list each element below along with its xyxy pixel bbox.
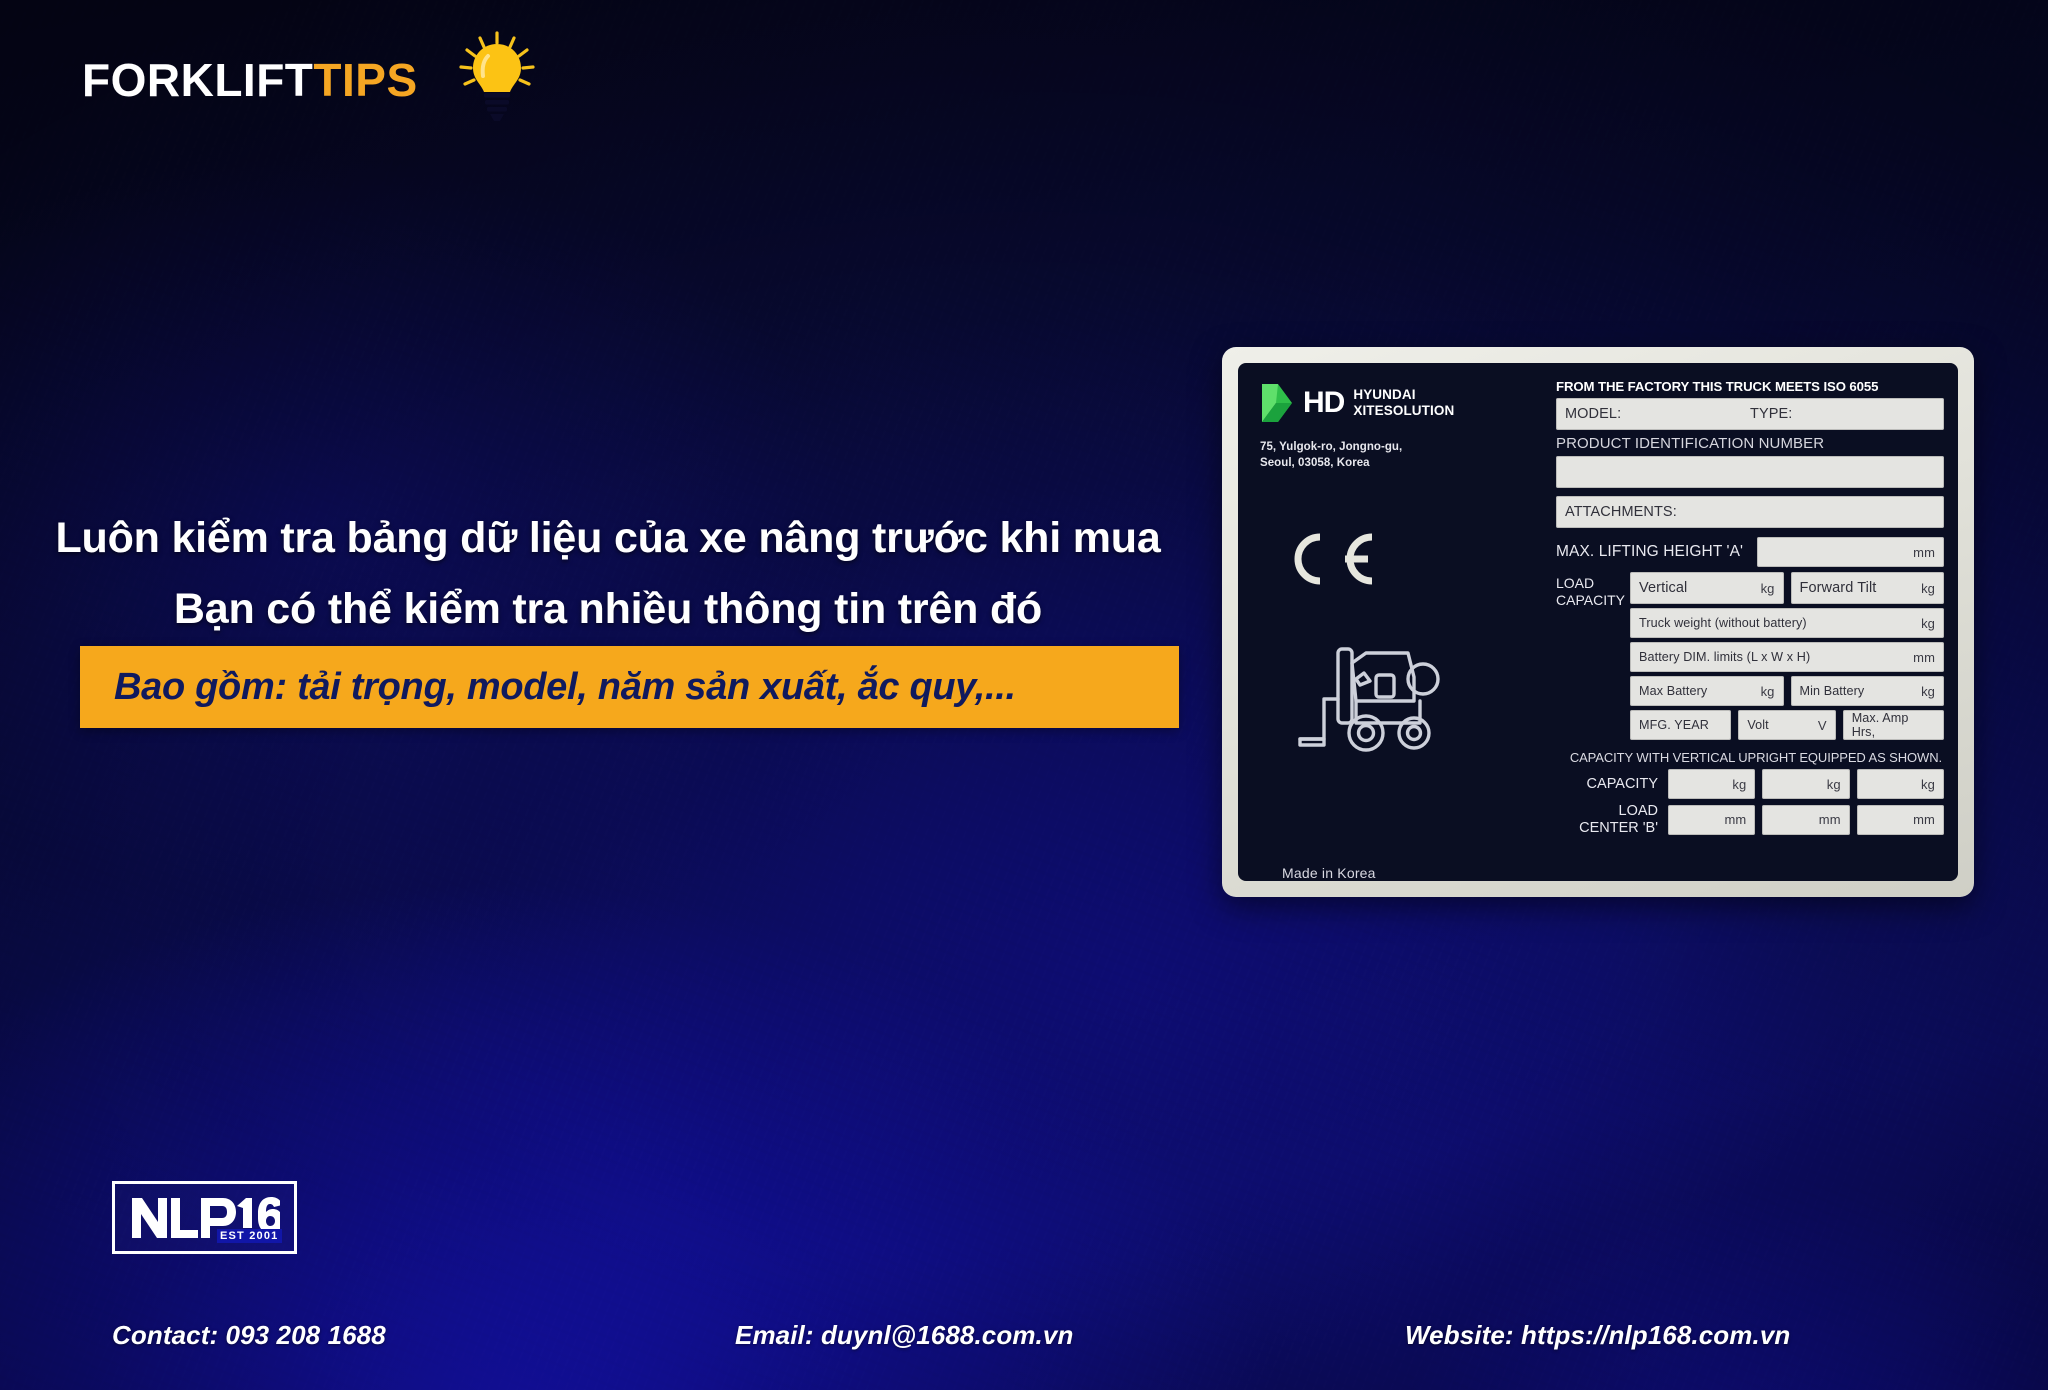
plate-right-column: FROM THE FACTORY THIS TRUCK MEETS ISO 60… xyxy=(1556,379,1945,836)
headline-highlight-text: Bao gồm: tải trọng, model, năm sản xuất,… xyxy=(114,665,1016,708)
battery-dim-label: Battery DIM. limits (L x W x H) xyxy=(1639,650,1811,664)
nlp168-logo-inner: EST 2001 xyxy=(130,1194,313,1243)
forward-tilt-label: Forward Tilt xyxy=(1799,580,1877,596)
forklift-data-plate: HD HYUNDAI XITESOLUTION 75, Yulgok-ro, J… xyxy=(1222,347,1974,897)
nlp168-established-label: EST 2001 xyxy=(216,1228,282,1243)
load-center-label-line-1: LOAD xyxy=(1618,803,1659,819)
headline-highlight-box: Bao gồm: tải trọng, model, năm sản xuất,… xyxy=(80,646,1179,728)
volt-field[interactable]: Volt V xyxy=(1738,710,1836,740)
model-label: MODEL: xyxy=(1565,406,1622,422)
vertical-label: Vertical xyxy=(1639,580,1688,596)
load-center-label-line-2: CENTER 'B' xyxy=(1579,819,1658,836)
truck-weight-unit: kg xyxy=(1921,615,1935,631)
min-battery-label: Min Battery xyxy=(1799,684,1865,698)
brand-word-forklift: FORKLIFT xyxy=(82,54,314,106)
max-lifting-height-label: MAX. LIFTING HEIGHT 'A' xyxy=(1556,543,1744,560)
headline-line-1: Luôn kiểm tra bảng dữ liệu của xe nâng t… xyxy=(55,514,1161,562)
load-center-unit-1: mm xyxy=(1724,812,1747,828)
manufacturer-address: 75, Yulgok-ro, Jongno-gu, Seoul, 03058, … xyxy=(1260,440,1540,472)
product-identification-number-label: PRODUCT IDENTIFICATION NUMBER xyxy=(1556,435,1825,452)
brand-wordmark: FORKLIFTTIPS xyxy=(82,57,418,103)
load-center-cell-2[interactable]: mm xyxy=(1762,804,1850,835)
forward-tilt-unit: kg xyxy=(1921,580,1935,596)
headline-block: Luôn kiểm tra bảng dữ liệu của xe nâng t… xyxy=(0,510,1200,638)
capacity-cell-3[interactable]: kg xyxy=(1856,769,1944,799)
max-lifting-height-unit: mm xyxy=(1913,544,1935,560)
brand-header: FORKLIFTTIPS xyxy=(82,31,536,126)
address-line-1: 75, Yulgok-ro, Jongno-gu, xyxy=(1260,441,1403,453)
volt-label: Volt xyxy=(1747,718,1769,732)
hd-brand-line-2: XITESOLUTION xyxy=(1353,403,1455,418)
attachments-field[interactable]: ATTACHMENTS: xyxy=(1556,496,1944,528)
capacity-cells: kg kg kg xyxy=(1668,769,1944,799)
capacity-unit-2: kg xyxy=(1826,776,1841,792)
capacity-cell-1[interactable]: kg xyxy=(1668,769,1756,799)
load-capacity-block: LOAD CAPACITY Vertical kg Forward Tilt k… xyxy=(1556,572,1945,740)
battery-dim-unit: mm xyxy=(1913,649,1935,665)
forklift-icon xyxy=(1298,647,1440,752)
truck-weight-field[interactable]: Truck weight (without battery) kg xyxy=(1630,608,1944,638)
mfg-year-label: MFG. YEAR xyxy=(1639,718,1709,732)
capacity-unit-3: kg xyxy=(1921,776,1935,792)
hd-brand-lockup: HD HYUNDAI XITESOLUTION xyxy=(1260,383,1540,423)
max-battery-field[interactable]: Max Battery kg xyxy=(1630,676,1784,706)
nlp168-logo: EST 2001 xyxy=(112,1181,313,1254)
load-center-unit-3: mm xyxy=(1913,812,1935,828)
model-type-field[interactable]: MODEL: TYPE: xyxy=(1556,398,1944,430)
capacity-unit-1: kg xyxy=(1732,776,1747,792)
plate-left-column: HD HYUNDAI XITESOLUTION 75, Yulgok-ro, J… xyxy=(1260,383,1540,881)
capacity-chart-title: CAPACITY WITH VERTICAL UPRIGHT EQUIPPED … xyxy=(1569,750,1942,765)
vertical-capacity-field[interactable]: Vertical kg xyxy=(1630,572,1784,604)
max-lifting-height-field[interactable]: mm xyxy=(1757,537,1944,567)
min-battery-unit: kg xyxy=(1921,683,1935,699)
volt-unit: V xyxy=(1817,717,1827,733)
max-battery-unit: kg xyxy=(1760,683,1775,699)
address-line-2: Seoul, 03058, Korea xyxy=(1260,456,1370,469)
made-in-label: Made in Korea xyxy=(1282,865,1376,881)
footer-email[interactable]: Email: duynl@1688.com.vn xyxy=(735,1320,1073,1351)
load-center-cell-1[interactable]: mm xyxy=(1668,804,1756,835)
load-capacity-label-line-2: CAPACITY xyxy=(1556,591,1625,608)
attachments-label: ATTACHMENTS: xyxy=(1565,504,1677,520)
load-center-row-label: LOAD CENTER 'B' xyxy=(1556,803,1668,836)
footer-contact-bar: Contact: 093 208 1688 Email: duynl@1688.… xyxy=(0,1320,2048,1376)
ce-mark-icon xyxy=(1294,533,1373,585)
capacity-row-label: CAPACITY xyxy=(1586,775,1658,792)
footer-website[interactable]: Website: https://nlp168.com.vn xyxy=(1405,1320,1790,1351)
hd-brand-subtext: HYUNDAI XITESOLUTION xyxy=(1353,387,1454,419)
load-center-unit-2: mm xyxy=(1818,812,1841,828)
load-center-row: LOAD CENTER 'B' mm mm mm xyxy=(1556,803,1944,836)
type-label: TYPE: xyxy=(1750,406,1793,422)
capacity-chart-section: CAPACITY WITH VERTICAL UPRIGHT EQUIPPED … xyxy=(1556,750,1944,836)
footer-phone[interactable]: Contact: 093 208 1688 xyxy=(112,1320,386,1351)
load-center-cell-3[interactable]: mm xyxy=(1856,804,1944,835)
mfg-year-field[interactable]: MFG. YEAR xyxy=(1630,710,1732,740)
load-capacity-label-line-1: LOAD xyxy=(1556,575,1595,591)
hd-wordmark: HD xyxy=(1303,386,1345,419)
hd-brand-line-1: HYUNDAI xyxy=(1353,387,1416,403)
hd-chevron-icon xyxy=(1262,384,1292,422)
load-capacity-label: LOAD CAPACITY xyxy=(1556,572,1630,740)
forward-tilt-capacity-field[interactable]: Forward Tilt kg xyxy=(1790,572,1944,604)
max-amp-hrs-label: Max. Amp Hrs, xyxy=(1851,711,1909,739)
truck-weight-label: Truck weight (without battery) xyxy=(1639,616,1807,630)
iso-compliance-header: FROM THE FACTORY THIS TRUCK MEETS ISO 60… xyxy=(1556,379,1879,394)
max-amp-hrs-field[interactable]: Max. Amp Hrs, xyxy=(1842,710,1945,740)
capacity-row: CAPACITY kg kg kg xyxy=(1556,769,1944,799)
max-lifting-height-row: MAX. LIFTING HEIGHT 'A' mm xyxy=(1556,537,1944,567)
max-battery-label: Max Battery xyxy=(1639,684,1708,698)
capacity-cell-2[interactable]: kg xyxy=(1762,769,1850,799)
min-battery-field[interactable]: Min Battery kg xyxy=(1790,676,1944,706)
lightbulb-icon xyxy=(459,31,535,121)
load-capacity-fields: Vertical kg Forward Tilt kg Truck weight… xyxy=(1630,572,1945,740)
battery-dimension-limits-field[interactable]: Battery DIM. limits (L x W x H) mm xyxy=(1630,642,1944,672)
product-identification-number-field[interactable] xyxy=(1556,456,1944,488)
headline-line-2: Bạn có thể kiểm tra nhiều thông tin trên… xyxy=(173,584,1043,633)
data-plate-face: HD HYUNDAI XITESOLUTION 75, Yulgok-ro, J… xyxy=(1238,363,1958,881)
load-center-cells: mm mm mm xyxy=(1668,804,1944,835)
vertical-unit: kg xyxy=(1760,580,1775,596)
brand-word-tips: TIPS xyxy=(313,54,418,106)
